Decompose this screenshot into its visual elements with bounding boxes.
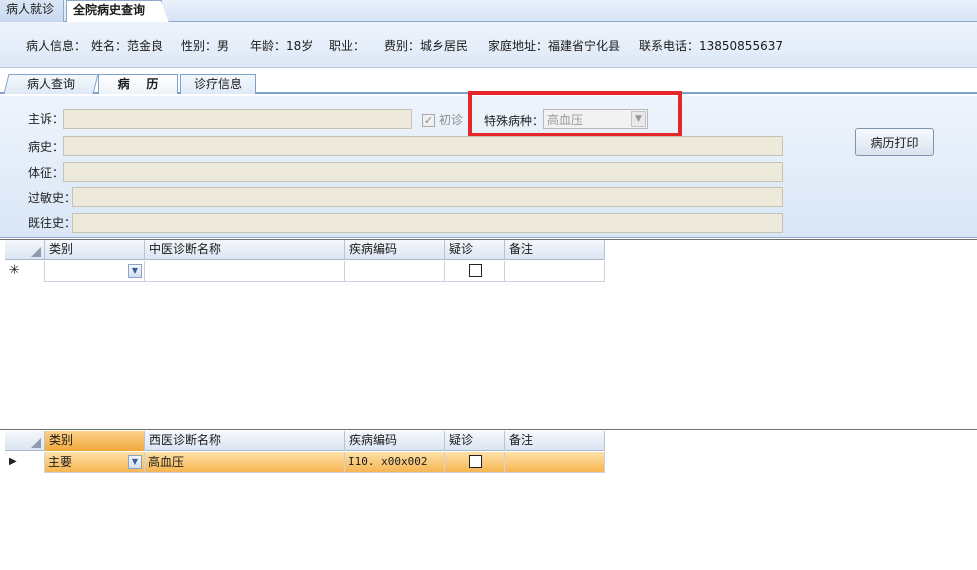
tab-hospital-history-query[interactable]: 全院病史查询 xyxy=(66,0,169,23)
column-header[interactable]: 疑诊 xyxy=(445,431,505,451)
history-field[interactable] xyxy=(63,136,783,156)
new-row-indicator: ✳ xyxy=(5,261,45,282)
history-label: 病史： xyxy=(28,140,65,154)
tab-patient-query[interactable]: 病人查询 xyxy=(3,74,99,94)
patient-gender: 性别：男 xyxy=(181,39,230,53)
table-row[interactable]: ✳ ▼ xyxy=(5,261,605,282)
suspected-cell xyxy=(445,452,505,473)
column-header[interactable]: 疑诊 xyxy=(445,240,505,260)
patient-fee-type: 费别：城乡居民 xyxy=(384,39,469,53)
column-header[interactable]: 疾病编码 xyxy=(345,431,445,451)
chief-complaint-field[interactable] xyxy=(63,109,412,129)
tcm-diagnosis-grid: 类别 中医诊断名称 疾病编码 疑诊 备注 ✳ ▼ xyxy=(0,239,977,430)
tab-treatment-info[interactable]: 诊疗信息 xyxy=(180,74,256,94)
table-row[interactable]: ▶ 主要 ▼ 高血压 I10. x00x002 xyxy=(5,452,605,473)
note-cell[interactable] xyxy=(505,452,605,473)
sign-label: 体征： xyxy=(28,166,65,180)
patient-address: 家庭地址：福建省宁化县 xyxy=(488,39,621,53)
column-header[interactable]: 西医诊断名称 xyxy=(145,431,345,451)
special-disease-label: 特殊病种： xyxy=(484,114,545,128)
suspected-cell xyxy=(445,261,505,282)
patient-age: 年龄：18岁 xyxy=(250,39,314,53)
disease-code-cell[interactable]: I10. x00x002 xyxy=(345,452,445,473)
top-tab-bar: 病人就诊 全院病史查询 xyxy=(0,0,977,23)
western-diagnosis-grid: 类别 西医诊断名称 疾病编码 疑诊 备注 ▶ 主要 ▼ 高血压 I10. x00… xyxy=(0,431,977,570)
column-header[interactable]: 类别 xyxy=(45,240,145,260)
category-cell[interactable]: ▼ xyxy=(45,261,145,282)
patient-name: 姓名：范金良 xyxy=(91,39,164,53)
tab-patient-query-label: 病人查询 xyxy=(26,77,75,91)
diagnosis-name-cell[interactable]: 高血压 xyxy=(145,452,345,473)
grid-header: 类别 西医诊断名称 疾病编码 疑诊 备注 xyxy=(5,431,605,451)
category-cell[interactable]: 主要 ▼ xyxy=(45,452,145,473)
column-header[interactable]: 备注 xyxy=(505,431,605,451)
column-header[interactable]: 类别 xyxy=(45,431,145,451)
disease-code-cell[interactable] xyxy=(345,261,445,282)
past-history-field[interactable] xyxy=(72,213,783,233)
suspected-checkbox[interactable] xyxy=(469,455,482,468)
chevron-down-icon[interactable]: ▼ xyxy=(128,264,142,278)
grid-header: 类别 中医诊断名称 疾病编码 疑诊 备注 xyxy=(5,240,605,260)
special-disease-value: 高血压 xyxy=(547,113,584,127)
column-header[interactable]: 备注 xyxy=(505,240,605,260)
tab-medical-record[interactable]: 病 历 xyxy=(98,74,178,94)
first-visit-label: 初诊 xyxy=(439,113,464,127)
first-visit-checkbox[interactable]: ✓ xyxy=(422,114,435,127)
current-row-indicator: ▶ xyxy=(5,452,45,473)
column-header[interactable]: 疾病编码 xyxy=(345,240,445,260)
patient-info-label: 病人信息： xyxy=(26,39,87,53)
column-header[interactable]: 中医诊断名称 xyxy=(145,240,345,260)
print-record-button[interactable]: 病历打印 xyxy=(855,128,934,156)
allergy-label: 过敏史： xyxy=(28,191,77,205)
allergy-field[interactable] xyxy=(72,187,783,207)
patient-occupation: 职业： xyxy=(329,39,366,53)
patient-phone: 联系电话：13850855637 xyxy=(639,39,783,53)
sign-field[interactable] xyxy=(63,162,783,182)
past-history-label: 既往史： xyxy=(28,216,77,230)
grid-corner xyxy=(5,240,45,260)
suspected-checkbox[interactable] xyxy=(469,264,482,277)
medical-record-form: 主诉： ✓ 初诊 特殊病种： 高血压 ▼ 病历打印 病史： 体征： 过敏史： 既… xyxy=(0,91,977,238)
tab-patient-visit[interactable]: 病人就诊 xyxy=(0,0,64,22)
patient-info-bar: 病人信息： 姓名：范金良 性别：男 年龄：18岁 职业： 费别：城乡居民 家庭地… xyxy=(0,22,977,68)
special-disease-select[interactable]: 高血压 ▼ xyxy=(543,109,648,129)
grid-corner xyxy=(5,431,45,451)
chevron-down-icon[interactable]: ▼ xyxy=(631,111,646,127)
chevron-down-icon[interactable]: ▼ xyxy=(128,455,142,469)
diagnosis-name-cell[interactable] xyxy=(145,261,345,282)
note-cell[interactable] xyxy=(505,261,605,282)
chief-complaint-label: 主诉： xyxy=(28,112,65,126)
category-value: 主要 xyxy=(48,455,73,469)
